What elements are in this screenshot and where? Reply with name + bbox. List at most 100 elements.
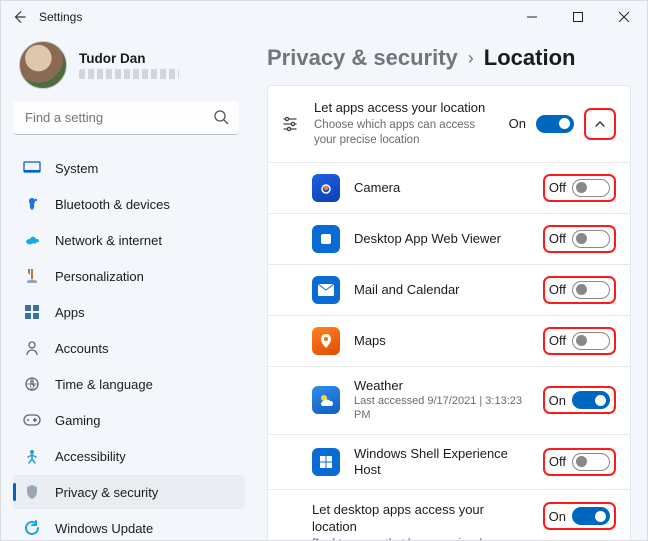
- sidebar-item-label: Accessibility: [55, 449, 126, 464]
- app-name: Camera: [354, 180, 529, 196]
- nav-icon: [23, 375, 41, 393]
- highlight: Off: [543, 174, 616, 202]
- sidebar-item-accessibility[interactable]: Accessibility: [13, 439, 245, 473]
- dv-icon: [312, 225, 340, 253]
- app-row: Maps Off: [268, 315, 630, 366]
- sidebar-item-label: Bluetooth & devices: [55, 197, 170, 212]
- nav-icon: [23, 231, 41, 249]
- app-name: Windows Shell Experience Host: [354, 446, 529, 479]
- highlight: Off: [543, 225, 616, 253]
- sliders-icon: [280, 115, 300, 133]
- highlight: On: [543, 386, 616, 414]
- desktop-toggle[interactable]: [572, 507, 610, 525]
- mail-icon: [312, 276, 340, 304]
- sidebar: Tudor Dan System Bluetooth & devices Netwo…: [1, 33, 249, 540]
- app-toggle[interactable]: [572, 281, 610, 299]
- app-toggle-state: Off: [549, 282, 566, 297]
- nav-icon: [23, 339, 41, 357]
- highlight: On: [543, 502, 616, 530]
- window-title: Settings: [39, 10, 82, 24]
- titlebar: Settings: [1, 1, 647, 33]
- sidebar-item-label: Gaming: [55, 413, 101, 428]
- app-toggle-state: Off: [549, 231, 566, 246]
- close-button[interactable]: [601, 1, 647, 33]
- header-toggle[interactable]: [536, 115, 574, 133]
- sidebar-item-label: Apps: [55, 305, 85, 320]
- breadcrumb-current: Location: [484, 45, 576, 71]
- app-rows: CameraOffDesktop App Web ViewerOffMail a…: [268, 162, 630, 489]
- camera-icon: [312, 174, 340, 202]
- search-icon: [213, 109, 229, 125]
- search-input[interactable]: [13, 101, 239, 135]
- highlight: Off: [543, 327, 616, 355]
- desktop-toggle-state: On: [549, 509, 566, 524]
- main-content: Privacy & security › Location Let a: [249, 33, 647, 540]
- window-controls: [509, 1, 647, 33]
- app-toggle[interactable]: [572, 332, 610, 350]
- profile-email-redacted: [79, 69, 179, 79]
- app-toggle[interactable]: [572, 453, 610, 471]
- sidebar-item-system[interactable]: System: [13, 151, 245, 185]
- header-toggle-state: On: [509, 116, 526, 131]
- app-subtext: Last accessed 9/17/2021 | 3:13:23 PM: [354, 395, 529, 423]
- profile[interactable]: Tudor Dan: [13, 39, 245, 101]
- settings-window: Settings Tudor Dan SystemBl: [0, 0, 648, 541]
- back-button[interactable]: [11, 9, 27, 25]
- sidebar-item-label: Time & language: [55, 377, 153, 392]
- body: Tudor Dan System Bluetooth & devices Netwo…: [1, 33, 647, 540]
- breadcrumb-parent[interactable]: Privacy & security: [267, 45, 458, 71]
- card-header: Let apps access your location Choose whi…: [268, 86, 630, 162]
- nav-icon: [23, 447, 41, 465]
- sidebar-item-network-internet[interactable]: Network & internet: [13, 223, 245, 257]
- sidebar-item-accounts[interactable]: Accounts: [13, 331, 245, 365]
- app-toggle-state: Off: [549, 180, 566, 195]
- sidebar-item-apps[interactable]: Apps: [13, 295, 245, 329]
- sidebar-nav: System Bluetooth & devices Network & inter…: [13, 151, 245, 540]
- breadcrumb: Privacy & security › Location: [267, 45, 631, 71]
- chevron-right-icon: ›: [468, 48, 474, 69]
- highlight: [584, 108, 616, 140]
- sidebar-item-label: Windows Update: [55, 521, 153, 536]
- collapse-button[interactable]: [587, 111, 613, 137]
- maps-icon: [312, 327, 340, 355]
- sidebar-item-time-language[interactable]: Time & language: [13, 367, 245, 401]
- weather-icon: [312, 386, 340, 414]
- nav-icon: [23, 519, 41, 537]
- app-row: Camera Off: [268, 162, 630, 213]
- app-row: WeatherLast accessed 9/17/2021 | 3:13:23…: [268, 366, 630, 434]
- sidebar-item-bluetooth-devices[interactable]: Bluetooth & devices: [13, 187, 245, 221]
- sidebar-item-label: Accounts: [55, 341, 108, 356]
- highlight: Off: [543, 448, 616, 476]
- sidebar-item-label: Privacy & security: [55, 485, 158, 500]
- highlight: Off: [543, 276, 616, 304]
- nav-icon: [23, 267, 41, 285]
- desktop-section-subtitle: Desktop apps that have previously access…: [312, 537, 529, 540]
- app-toggle[interactable]: [572, 179, 610, 197]
- sidebar-item-label: Network & internet: [55, 233, 162, 248]
- minimize-button[interactable]: [509, 1, 555, 33]
- app-toggle[interactable]: [572, 230, 610, 248]
- avatar: [19, 41, 67, 89]
- maximize-button[interactable]: [555, 1, 601, 33]
- nav-icon: [23, 159, 41, 177]
- app-toggle[interactable]: [572, 391, 610, 409]
- profile-name: Tudor Dan: [79, 51, 179, 66]
- nav-icon: [23, 303, 41, 321]
- header-title: Let apps access your location: [314, 100, 495, 117]
- app-name: Maps: [354, 333, 529, 349]
- desktop-section-title: Let desktop apps access your location: [312, 502, 529, 536]
- app-row: Desktop App Web ViewerOff: [268, 213, 630, 264]
- sidebar-item-gaming[interactable]: Gaming: [13, 403, 245, 437]
- sidebar-item-label: System: [55, 161, 98, 176]
- header-subtitle: Choose which apps can access your precis…: [314, 118, 495, 148]
- app-toggle-state: Off: [549, 454, 566, 469]
- sidebar-item-privacy-security[interactable]: Privacy & security: [13, 475, 245, 509]
- nav-icon: [23, 483, 41, 501]
- sidebar-item-windows-update[interactable]: Windows Update: [13, 511, 245, 540]
- search-box: [13, 101, 239, 135]
- app-toggle-state: On: [549, 393, 566, 408]
- sidebar-item-personalization[interactable]: Personalization: [13, 259, 245, 293]
- sidebar-item-label: Personalization: [55, 269, 144, 284]
- nav-icon: [23, 411, 41, 429]
- app-row: Mail and CalendarOff: [268, 264, 630, 315]
